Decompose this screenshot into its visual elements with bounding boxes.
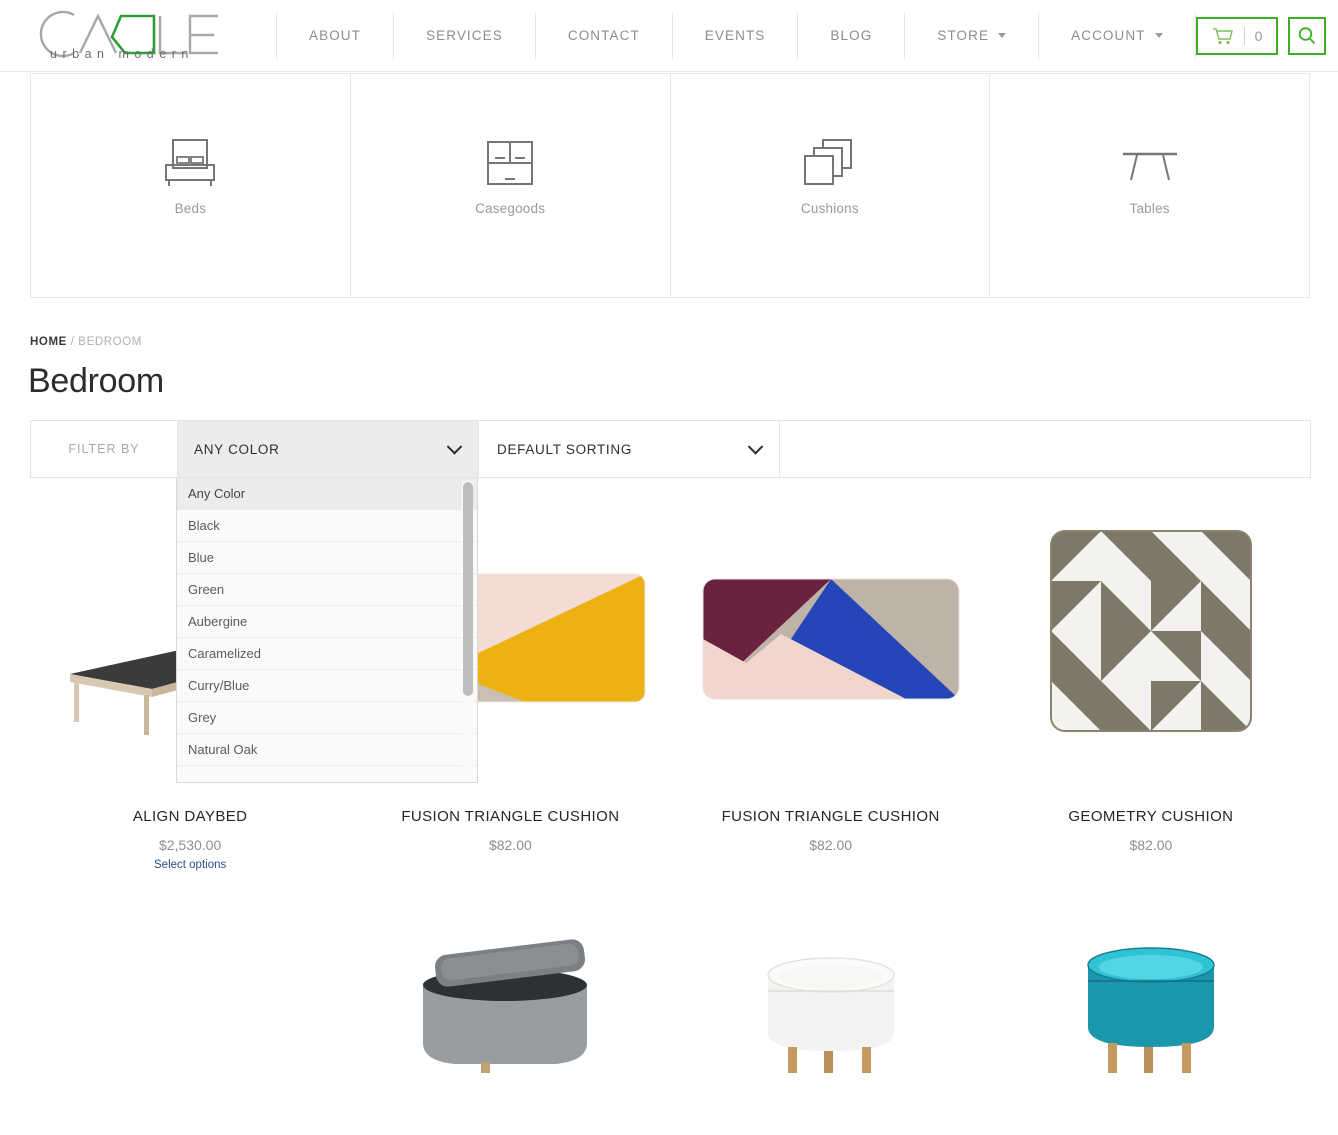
product-category-page: urban modern ABOUT SERVICES CONTACT EVEN… [0, 0, 1338, 1135]
chevron-down-icon [747, 439, 764, 455]
nav-item-events[interactable]: EVENTS [673, 12, 799, 59]
color-option-partial[interactable] [177, 766, 477, 782]
filter-by-label: FILTER BY [31, 421, 178, 477]
search-button[interactable] [1288, 16, 1327, 55]
category-label: Cushions [800, 200, 859, 216]
logo-tagline: urban modern [50, 46, 194, 61]
cabinet-icon [484, 134, 536, 188]
chevron-down-icon [1154, 33, 1163, 38]
breadcrumb: HOME / BEDROOM [30, 336, 142, 348]
product-price: $2,530.00 [158, 837, 222, 853]
product-card[interactable] [991, 923, 1311, 1073]
nav-label: ACCOUNT [1071, 28, 1146, 43]
breadcrumb-home-link[interactable]: HOME [30, 336, 67, 348]
product-price: $82.00 [809, 837, 853, 853]
nav-item-blog[interactable]: BLOG [798, 12, 906, 59]
category-label: Casegoods [475, 200, 546, 216]
header-actions: 0 [1195, 16, 1327, 55]
page-title: Bedroom [28, 362, 164, 400]
product-price: $82.00 [1129, 837, 1173, 853]
color-option-caramelized[interactable]: Caramelized [177, 638, 477, 670]
product-title[interactable]: FUSION TRIANGLE CUSHION [722, 808, 940, 825]
product-title[interactable]: ALIGN DAYBED [133, 808, 248, 825]
product-card[interactable] [671, 923, 991, 1073]
color-option-aubergine[interactable]: Aubergine [177, 606, 477, 638]
dropdown-scrollbar-thumb[interactable] [463, 482, 473, 696]
product-row-2 [30, 923, 1311, 1073]
breadcrumb-current: BEDROOM [78, 336, 142, 348]
site-header: urban modern ABOUT SERVICES CONTACT EVEN… [0, 0, 1338, 72]
bed-icon [162, 134, 218, 188]
select-options-link[interactable]: Select options [154, 859, 226, 871]
nav-item-about[interactable]: ABOUT [276, 12, 395, 59]
product-card[interactable]: FUSION TRIANGLE CUSHION $82.00 [671, 478, 991, 871]
category-cell-beds[interactable]: Beds [31, 74, 351, 297]
product-card[interactable] [350, 923, 670, 1073]
nav-label: SERVICES [426, 28, 503, 43]
color-option-curry-blue[interactable]: Curry/Blue [177, 670, 477, 702]
nav-item-contact[interactable]: CONTACT [536, 12, 673, 59]
site-logo[interactable]: urban modern [28, 7, 238, 65]
teal-round-table-image[interactable] [991, 923, 1311, 1073]
nav-label: EVENTS [704, 28, 766, 43]
product-price: $82.00 [488, 837, 532, 853]
cart-count: 0 [1254, 27, 1263, 44]
nav-label: BLOG [830, 28, 873, 43]
color-option-green[interactable]: Green [177, 574, 477, 606]
chevron-down-icon [446, 439, 463, 455]
color-option-any-color[interactable]: Any Color [177, 478, 477, 510]
table-icon [1119, 134, 1181, 188]
grey-storage-table-image[interactable] [350, 923, 670, 1073]
color-option-natural-oak[interactable]: Natural Oak [177, 734, 477, 766]
category-cell-cushions[interactable]: Cushions [671, 74, 991, 297]
color-option-blue[interactable]: Blue [177, 542, 477, 574]
category-cell-tables[interactable]: Tables [990, 74, 1309, 297]
category-label: Tables [1129, 200, 1170, 216]
color-option-grey[interactable]: Grey [177, 702, 477, 734]
main-navigation: ABOUT SERVICES CONTACT EVENTS BLOG STORE… [276, 12, 1196, 59]
empty-slot [30, 923, 350, 1073]
color-option-list: Any Color Black Blue Green Aubergine Car… [177, 478, 477, 782]
fusion-cushion-blue-image[interactable] [671, 478, 991, 800]
sorting-select[interactable]: DEFAULT SORTING [479, 421, 780, 477]
nav-item-services[interactable]: SERVICES [394, 12, 536, 59]
product-card[interactable]: GEOMETRY CUSHION $82.00 [991, 478, 1311, 871]
product-title[interactable]: GEOMETRY CUSHION [1068, 808, 1233, 825]
filter-bar-filler [780, 421, 1310, 477]
product-title[interactable]: FUSION TRIANGLE CUSHION [401, 808, 619, 825]
nav-label: ABOUT [309, 28, 362, 43]
nav-item-store[interactable]: STORE [905, 12, 1040, 59]
color-filter-select[interactable]: ANY COLOR [178, 421, 479, 477]
category-strip: Beds Casegoods Cushions Tables [30, 73, 1310, 298]
white-round-table-image[interactable] [671, 923, 991, 1073]
color-filter-value: ANY COLOR [194, 441, 280, 457]
category-cell-casegoods[interactable]: Casegoods [351, 74, 671, 297]
breadcrumb-separator: / [70, 336, 75, 348]
nav-item-account[interactable]: ACCOUNT [1039, 12, 1196, 59]
chevron-down-icon [998, 33, 1007, 38]
filter-bar: FILTER BY ANY COLOR DEFAULT SORTING [30, 420, 1311, 478]
nav-label: CONTACT [567, 28, 640, 43]
nav-label: STORE [937, 28, 990, 43]
category-label: Beds [174, 200, 207, 216]
product-card [30, 923, 350, 1073]
shopping-cart-icon [1212, 27, 1233, 44]
sorting-value: DEFAULT SORTING [497, 441, 633, 457]
cart-divider [1243, 26, 1245, 45]
color-filter-dropdown[interactable]: Any Color Black Blue Green Aubergine Car… [176, 478, 478, 783]
cart-button[interactable]: 0 [1195, 16, 1279, 55]
geometry-cushion-image[interactable] [991, 478, 1311, 800]
search-icon [1299, 26, 1316, 44]
color-option-black[interactable]: Black [177, 510, 477, 542]
stacked-squares-icon [801, 134, 859, 188]
